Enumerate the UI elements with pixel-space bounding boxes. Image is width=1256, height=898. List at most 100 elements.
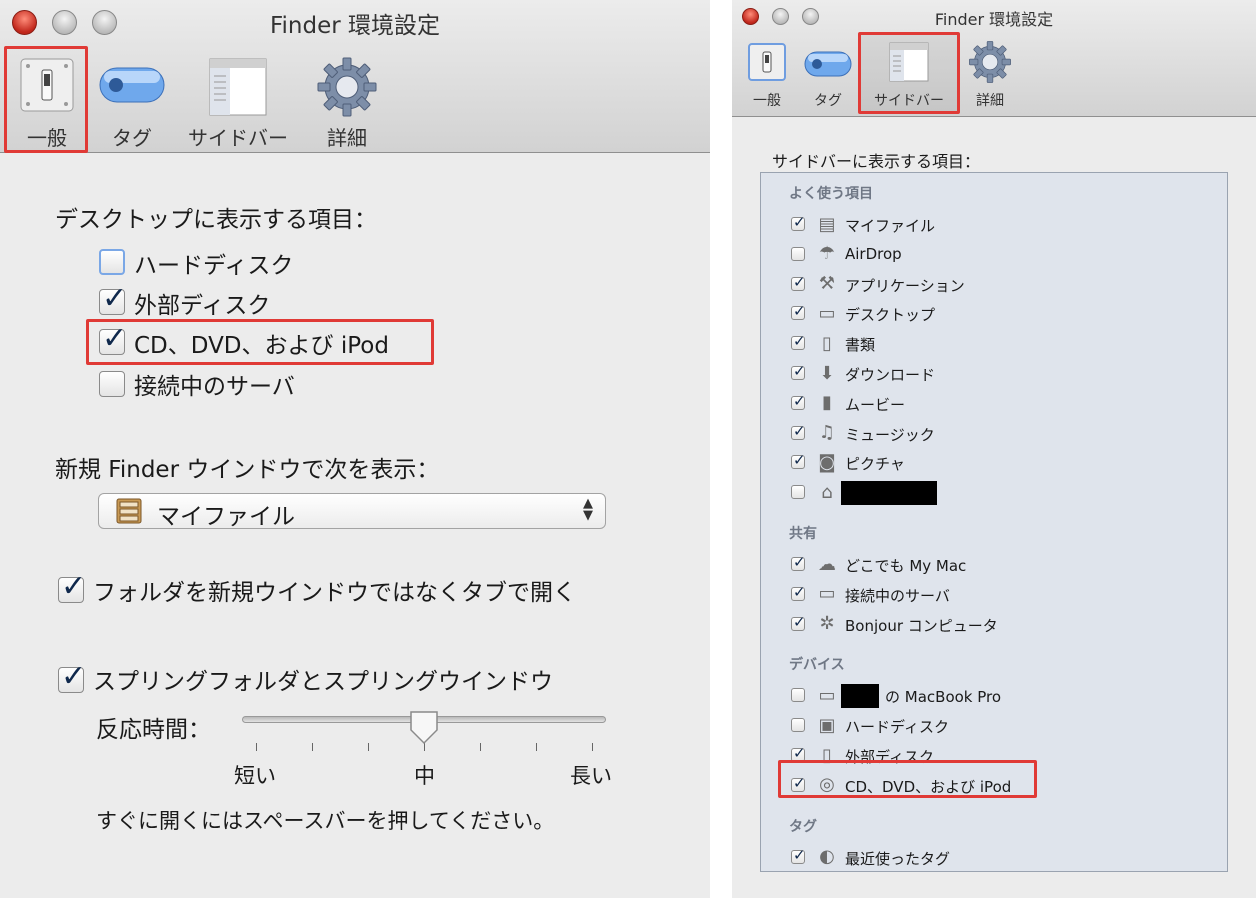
checkbox-connected-servers[interactable] xyxy=(99,371,125,397)
checkbox-favorites-8[interactable]: ✓ xyxy=(791,453,806,470)
checkbox-favorites-0[interactable]: ✓ xyxy=(791,215,806,231)
toolbar-advanced[interactable]: 詳細 xyxy=(312,52,382,150)
sidebar-item-label: ミュージック xyxy=(845,425,935,444)
checkbox-favorites-2[interactable]: ✓ xyxy=(791,274,806,291)
checkbox-tags-0[interactable]: ✓ xyxy=(791,847,806,864)
new-window-value: マイファイル xyxy=(157,504,295,530)
checkbox-favorites-6[interactable]: ✓ xyxy=(791,393,806,410)
tick-label-long: 長い xyxy=(570,764,612,788)
slider-tick xyxy=(368,743,369,751)
checkbox-shared-0[interactable]: ✓ xyxy=(791,555,806,571)
new-window-heading: 新規 Finder ウインドウで次を表示： xyxy=(55,457,440,483)
toolbar-advanced[interactable]: 詳細 xyxy=(966,38,1014,112)
sidebar-row-favorites-6: ✓ ▮ ムービー xyxy=(761,390,1227,418)
checkbox-open-in-tabs[interactable]: ✓ xyxy=(58,572,86,603)
tick-label-medium: 中 xyxy=(414,764,435,788)
checkbox-external-disk[interactable]: ✓ xyxy=(99,284,127,315)
sidebar-row-favorites-2: ✓ ⚒ アプリケーション xyxy=(761,271,1227,299)
sidebar-row-devices-0: ▭ の MacBook Pro xyxy=(761,682,1227,710)
popup-arrows-icon: ▲ ▼ xyxy=(583,496,593,523)
checkbox-shared-1[interactable]: ✓ xyxy=(791,584,806,601)
gear-icon xyxy=(968,40,1012,84)
redacted-computer-name xyxy=(841,684,879,709)
window-title: Finder 環境設定 xyxy=(934,10,1054,29)
toolbar-advanced-label: 詳細 xyxy=(327,126,367,150)
label-hard-disk: ハードディスク xyxy=(134,253,294,279)
title-bar-toolbar: Finder 環境設定 一般 タグ サイドバー 詳細 xyxy=(0,0,710,153)
laptop-icon: ▭ xyxy=(818,684,836,706)
checkbox-spring-loaded[interactable]: ✓ xyxy=(58,662,86,693)
window-title: Finder 環境設定 xyxy=(269,13,441,39)
documents-icon: ▯ xyxy=(822,332,832,354)
sidebar-row-devices-1: ▣ ハードディスク xyxy=(761,712,1227,740)
title-bar-toolbar: Finder 環境設定 一般 タグ サイドバー 詳細 xyxy=(732,0,1256,117)
applications-icon: ⚒ xyxy=(818,273,836,295)
movies-icon: ▮ xyxy=(822,392,832,414)
toolbar-sidebar[interactable]: サイドバー xyxy=(182,52,294,150)
label-connected-servers: 接続中のサーバ xyxy=(134,374,295,400)
checkbox-hard-disk[interactable] xyxy=(99,249,125,275)
highlight-general-tab xyxy=(4,46,88,153)
toolbar-tags[interactable]: タグ xyxy=(96,52,168,150)
checkbox-devices-0[interactable] xyxy=(791,688,805,703)
checkbox-favorites-9[interactable] xyxy=(791,485,805,500)
sidebar-item-label: 書類 xyxy=(845,336,876,355)
sidebar-row-shared-0: ✓ ☁ どこでも My Mac xyxy=(761,551,1227,579)
finder-preferences-sidebar-window: Finder 環境設定 一般 タグ サイドバー 詳細 サイドバーに表示する項目：… xyxy=(732,0,1256,898)
label-open-in-tabs: フォルダを新規ウインドウではなくタブで開く xyxy=(93,580,576,606)
sidebar-item-label: デスクトップ xyxy=(845,306,936,325)
sidebar-row-favorites-1: ☂ AirDrop xyxy=(761,241,1227,269)
sidebar-item-label: ピクチャ xyxy=(845,455,905,474)
hard-disk-icon: ▣ xyxy=(818,714,836,736)
toolbar-tags[interactable]: タグ xyxy=(802,38,854,112)
sidebar-row-favorites-5: ✓ ⬇ ダウンロード xyxy=(761,360,1227,388)
sidebar-item-label: ダウンロード xyxy=(845,366,936,384)
checkbox-favorites-7[interactable]: ✓ xyxy=(791,423,806,440)
sidebar-window-icon xyxy=(209,58,267,116)
sidebar-item-label: ムービー xyxy=(845,395,906,414)
sidebar-row-favorites-4: ✓ ▯ 書類 xyxy=(761,330,1227,358)
checkbox-shared-2[interactable]: ✓ xyxy=(791,614,806,631)
checkbox-favorites-1[interactable] xyxy=(791,246,805,261)
highlight-cd-dvd-ipod xyxy=(86,319,434,365)
sidebar-item-label: アプリケーション xyxy=(845,276,965,295)
slider-tick xyxy=(592,743,593,751)
sidebar-item-label: 接続中のサーバ xyxy=(845,586,950,605)
sidebar-item-label: どこでも My Mac xyxy=(845,557,967,575)
desktop-items-heading: デスクトップに表示する項目： xyxy=(55,207,377,233)
section-header-devices: デバイス xyxy=(789,657,845,674)
toolbar-sidebar-label: サイドバー xyxy=(188,126,288,150)
delay-slider[interactable] xyxy=(242,710,606,760)
redacted-username xyxy=(841,481,937,506)
checkbox-devices-1[interactable] xyxy=(791,718,805,733)
sidebar-row-favorites-0: ✓ ▤ マイファイル xyxy=(761,211,1227,239)
checkbox-favorites-4[interactable]: ✓ xyxy=(791,334,806,351)
slider-tick xyxy=(312,743,313,751)
sidebar-item-label: の MacBook Pro xyxy=(885,688,1002,707)
sidebar-item-label: ハードディスク xyxy=(845,718,949,737)
slider-tick xyxy=(480,743,481,751)
tick-label-short: 短い xyxy=(234,764,276,788)
slider-thumb[interactable] xyxy=(408,710,440,746)
tag-icon: ◐ xyxy=(819,846,835,868)
music-icon: ♫ xyxy=(818,422,836,444)
label-spring-loaded: スプリングフォルダとスプリングウインドウ xyxy=(93,669,553,695)
checkbox-favorites-3[interactable]: ✓ xyxy=(791,304,806,321)
space-bar-hint: すぐに開くにはスペースバーを押してください。 xyxy=(96,809,555,833)
downloads-icon: ⬇ xyxy=(819,362,835,384)
label-external-disk: 外部ディスク xyxy=(134,293,271,319)
all-files-icon: ▤ xyxy=(818,213,836,235)
cloud-icon: ☁ xyxy=(818,553,836,575)
delay-label: 反応時間： xyxy=(96,717,211,743)
sidebar-row-favorites-7: ✓ ♫ ミュージック xyxy=(761,420,1227,448)
sidebar-row-favorites-9: ⌂ xyxy=(761,479,1227,507)
toolbar-general[interactable]: 一般 xyxy=(742,38,792,112)
new-window-popup[interactable]: マイファイル ▲ ▼ xyxy=(98,493,606,530)
sidebar-row-tags-0: ✓ ◐ 最近使ったタグ xyxy=(761,844,1227,872)
airdrop-icon: ☂ xyxy=(818,243,836,265)
file-cabinet-icon xyxy=(115,498,143,524)
finder-preferences-general-window: Finder 環境設定 一般 タグ サイドバー 詳細 デスクトップに表示する項目… xyxy=(0,0,710,898)
checkbox-favorites-5[interactable]: ✓ xyxy=(791,364,806,380)
desktop-icon: ▭ xyxy=(818,302,836,324)
sidebar-item-label: 最近使ったタグ xyxy=(845,849,951,868)
